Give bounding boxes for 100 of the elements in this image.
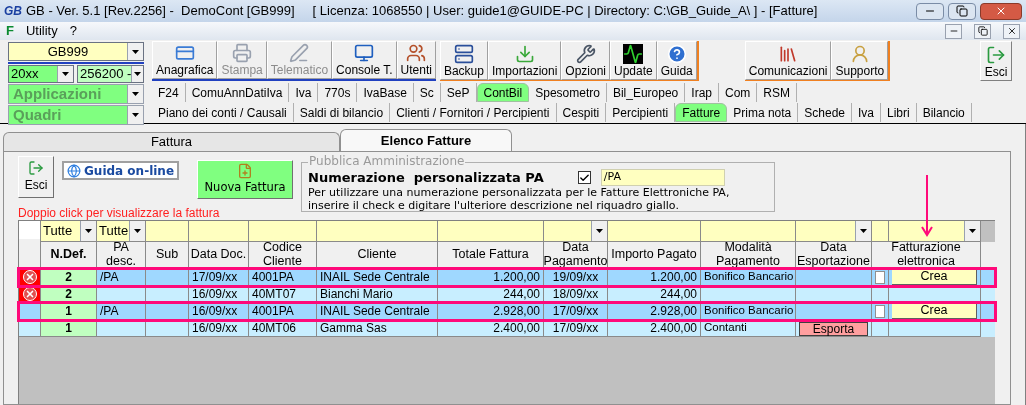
table-cell: 16/09/xx bbox=[189, 303, 249, 320]
menu-item[interactable]: Utility bbox=[25, 21, 58, 41]
tab[interactable]: Prima nota bbox=[727, 103, 799, 122]
minimize-button[interactable] bbox=[945, 23, 962, 39]
tab[interactable]: Com bbox=[719, 83, 758, 102]
minimize-button[interactable] bbox=[916, 2, 944, 20]
globe-icon bbox=[67, 163, 81, 178]
dropdown-button[interactable] bbox=[129, 221, 145, 241]
tab[interactable]: Iva bbox=[289, 83, 319, 102]
window-title: GB - Ver. 5.1 [Rev.2256] - DemoCont [GB999] [ Licenza: 1068550 | User: guide1@GUIDE-PC | Directory: C:\GB_Guide_A\ ] - [Fatture] bbox=[26, 2, 819, 21]
combo-value: 20xx bbox=[10, 65, 40, 84]
combo-value: Quadri bbox=[12, 104, 63, 125]
dropdown-button[interactable] bbox=[855, 221, 871, 241]
tab[interactable]: 770s bbox=[318, 83, 358, 102]
menu-logo: F bbox=[6, 22, 14, 41]
row-checkbox[interactable] bbox=[875, 304, 885, 318]
download-icon bbox=[514, 44, 535, 64]
tab[interactable]: Fattura bbox=[3, 132, 340, 151]
dropdown-button[interactable] bbox=[127, 106, 143, 124]
tab[interactable]: Elenco Fatture bbox=[340, 129, 512, 151]
table-cell bbox=[97, 320, 146, 337]
help-link-button[interactable]: Guida on-line bbox=[62, 161, 180, 180]
restore-button[interactable] bbox=[948, 2, 976, 20]
tab[interactable]: SeP bbox=[440, 83, 477, 102]
toolbar-button[interactable]: Update bbox=[610, 41, 657, 80]
tab[interactable]: IvaBase bbox=[357, 83, 414, 102]
tab[interactable]: Libri bbox=[881, 103, 917, 122]
wrench-icon bbox=[575, 44, 596, 64]
exit-button[interactable]: Esci bbox=[980, 41, 1012, 81]
tab[interactable]: Fatture bbox=[675, 103, 728, 122]
tab[interactable]: Sc bbox=[413, 83, 441, 102]
toolbar-button[interactable]: Guida bbox=[656, 41, 697, 80]
table-cell: 17/09/xx bbox=[189, 269, 249, 286]
new-invoice-button[interactable]: Nuova Fattura bbox=[197, 160, 294, 199]
annotation-arrow bbox=[921, 175, 933, 237]
table-cell: /PA bbox=[97, 269, 146, 286]
toolbar-button[interactable]: Console T. bbox=[332, 41, 397, 79]
toolbar-button[interactable]: Backup bbox=[439, 41, 488, 80]
table-cell: 19/09/xx bbox=[544, 269, 608, 286]
year-combo[interactable]: 20xx bbox=[8, 65, 74, 83]
combo-value: Tutte bbox=[43, 222, 74, 240]
tab[interactable]: Bilancio bbox=[916, 103, 972, 122]
toolbar-button[interactable]: Utenti bbox=[396, 41, 436, 79]
toolbar-button[interactable]: Anagrafica bbox=[152, 41, 218, 79]
table-cell: 2.928,00 bbox=[438, 303, 544, 320]
dropdown-button[interactable] bbox=[131, 66, 143, 82]
table-row[interactable]: 1 /PA 16/09/xx 4001PA INAIL Sede Centrale 2.928,00 17/09/xx 2.928,00 Bonifico Bancario Crea bbox=[19, 303, 995, 320]
company-combo[interactable]: GB999 bbox=[8, 42, 144, 61]
toolbar-button[interactable]: Importazioni bbox=[487, 41, 562, 80]
code-combo[interactable]: 256200 - bbox=[77, 65, 144, 83]
tab[interactable]: F24 bbox=[152, 83, 186, 102]
pa-checkbox[interactable] bbox=[577, 171, 591, 184]
close-icon bbox=[1006, 26, 1017, 36]
create-button[interactable]: Crea bbox=[892, 269, 977, 285]
tab[interactable]: Schede bbox=[798, 103, 852, 122]
caret-icon bbox=[132, 92, 139, 96]
exit-button[interactable]: Esci bbox=[18, 156, 54, 198]
tab[interactable]: Cespiti bbox=[556, 103, 607, 122]
pulse-icon bbox=[623, 44, 644, 64]
close-button[interactable] bbox=[980, 2, 1022, 20]
toolbar-button[interactable]: Supporto bbox=[831, 41, 889, 80]
close-button[interactable] bbox=[1003, 23, 1020, 39]
pa-description: Per utilizzare una numerazione personalizzata per le Fatture Elettroniche PA, bbox=[308, 186, 731, 199]
tab[interactable]: Iva bbox=[852, 103, 881, 122]
tab[interactable]: Clienti / Fornitori / Percipienti bbox=[390, 103, 557, 122]
suffix-field[interactable]: /PA bbox=[600, 169, 725, 186]
table-cell: 2 bbox=[41, 269, 97, 286]
dropdown-button[interactable] bbox=[80, 221, 96, 241]
combo-value: GB999 bbox=[46, 42, 90, 61]
tab[interactable]: Piano dei conti / Causali bbox=[152, 103, 294, 122]
filter-combo[interactable]: Tutte bbox=[43, 221, 96, 241]
tab[interactable]: Saldi di bilancio bbox=[293, 103, 391, 122]
tab[interactable]: ComuAnnDatiIva bbox=[185, 83, 290, 102]
server-icon bbox=[453, 44, 474, 64]
tab[interactable]: ContBil bbox=[476, 83, 530, 102]
menu-item[interactable]: ? bbox=[69, 21, 77, 41]
dropdown-button[interactable] bbox=[127, 85, 143, 103]
caret-icon bbox=[860, 228, 867, 233]
tab[interactable]: Bil_Europeo bbox=[606, 83, 686, 102]
row-checkbox[interactable] bbox=[875, 270, 885, 284]
tab[interactable]: RSM bbox=[757, 83, 797, 102]
toolbar-button[interactable]: Comunicazioni bbox=[744, 41, 832, 80]
combo-value: 256200 - bbox=[79, 65, 132, 84]
dropdown-button[interactable] bbox=[57, 66, 73, 82]
caret-icon bbox=[62, 72, 69, 76]
dropdown-button[interactable] bbox=[591, 221, 607, 241]
dropdown-button[interactable] bbox=[964, 221, 980, 241]
caret-icon bbox=[134, 228, 141, 233]
restore-button[interactable] bbox=[974, 23, 991, 39]
caret-icon bbox=[134, 72, 142, 76]
tab[interactable]: Spesometro bbox=[529, 83, 607, 102]
create-button[interactable]: Crea bbox=[892, 303, 977, 319]
dropdown-button[interactable] bbox=[127, 43, 143, 60]
filter-combo[interactable]: Tutte bbox=[99, 221, 145, 241]
tab[interactable]: Irap bbox=[685, 83, 719, 102]
table-row[interactable]: 2 /PA 17/09/xx 4001PA INAIL Sede Centrale 1.200,00 19/09/xx 1.200,00 Bonifico Bancario Crea bbox=[19, 269, 995, 286]
monitor-icon bbox=[354, 43, 375, 63]
toolbar-button[interactable]: Opzioni bbox=[561, 41, 611, 80]
group-legend: Pubblica Amministrazione bbox=[308, 155, 466, 167]
export-button[interactable]: Esporta bbox=[799, 322, 868, 336]
